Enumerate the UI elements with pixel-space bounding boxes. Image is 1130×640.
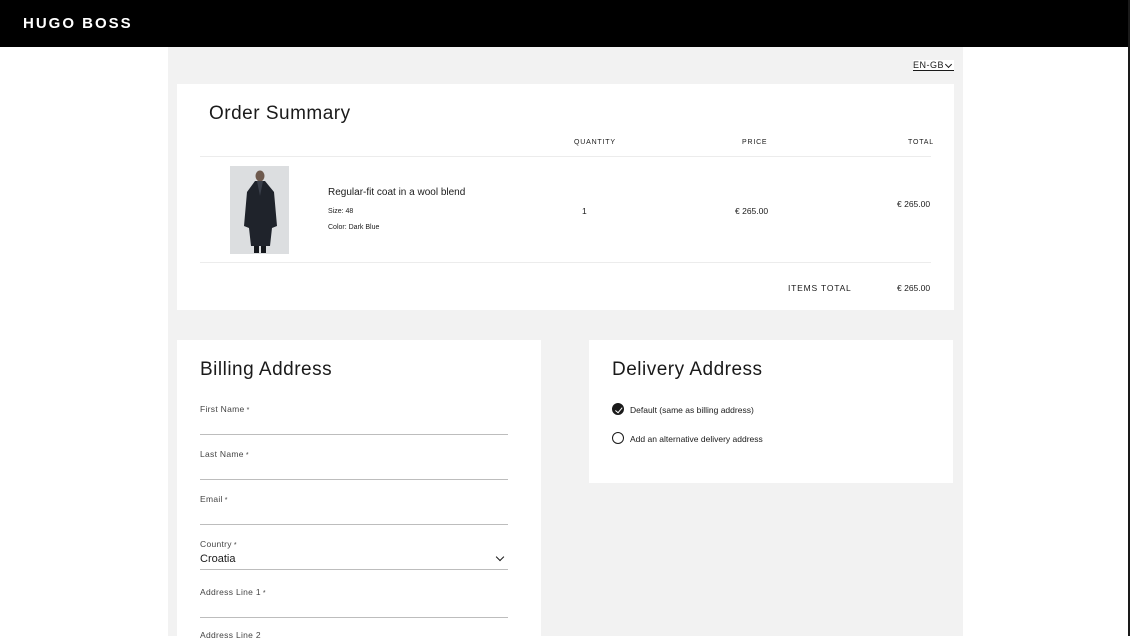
divider <box>200 262 931 263</box>
chevron-down-icon <box>944 60 953 69</box>
order-summary-card: Order Summary QUANTITY PRICE TOTAL Regul… <box>177 84 954 310</box>
address-line-1-label: Address Line 1 * <box>200 587 266 597</box>
default-delivery-radio[interactable] <box>612 403 624 415</box>
address-line-2-label: Address Line 2 <box>200 630 261 640</box>
product-price: € 265.00 <box>735 206 769 216</box>
product-quantity: 1 <box>582 206 587 216</box>
first-name-underline <box>200 434 508 435</box>
column-header-price: PRICE <box>742 139 768 146</box>
last-name-underline <box>200 479 508 480</box>
column-header-quantity: QUANTITY <box>574 139 616 146</box>
language-selector[interactable]: EN-GB <box>913 60 954 71</box>
country-label: Country * <box>200 539 237 549</box>
product-size: Size: 48 <box>328 208 354 215</box>
country-underline <box>200 569 508 570</box>
items-total-label: ITEMS TOTAL <box>788 283 852 293</box>
billing-address-card: Billing Address First Name * Last Name * E… <box>177 340 541 640</box>
product-image[interactable] <box>230 166 289 254</box>
billing-address-title: Billing Address <box>200 359 333 380</box>
product-total: € 265.00 <box>897 199 931 209</box>
email-underline <box>200 524 508 525</box>
order-summary-title: Order Summary <box>209 103 351 124</box>
chevron-down-icon[interactable] <box>495 552 505 562</box>
top-navigation-bar: HUGO BOSS <box>0 0 1128 47</box>
delivery-address-card: Delivery Address Default (same as billin… <box>589 340 953 483</box>
alternative-delivery-radio[interactable] <box>612 432 624 444</box>
address-line-1-underline <box>200 617 508 618</box>
email-label: Email * <box>200 494 228 504</box>
country-select[interactable]: Croatia <box>200 553 235 565</box>
alternative-delivery-label[interactable]: Add an alternative delivery address <box>630 434 763 444</box>
delivery-address-title: Delivery Address <box>612 359 763 380</box>
language-selected-value: EN-GB <box>913 60 945 70</box>
divider <box>200 156 931 157</box>
brand-logo[interactable]: HUGO BOSS <box>23 15 133 32</box>
last-name-label: Last Name * <box>200 449 249 459</box>
coat-model-illustration <box>230 166 289 254</box>
default-delivery-label[interactable]: Default (same as billing address) <box>630 405 754 415</box>
column-header-total: TOTAL <box>908 139 934 146</box>
product-name[interactable]: Regular-fit coat in a wool blend <box>328 187 465 198</box>
product-color: Color: Dark Blue <box>328 224 380 231</box>
items-total-value: € 265.00 <box>897 283 931 293</box>
first-name-label: First Name * <box>200 404 250 414</box>
